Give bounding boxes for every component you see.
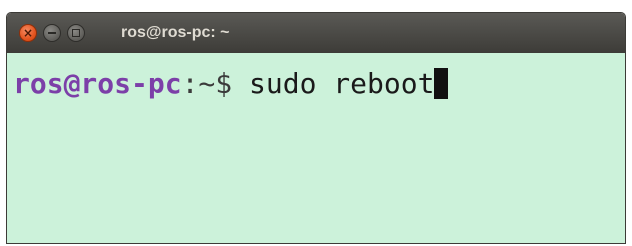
prompt-path: :~$ <box>181 67 250 100</box>
maximize-icon <box>72 29 80 37</box>
maximize-button[interactable] <box>67 24 85 42</box>
command-line: ros@ros-pc:~$ sudo reboot <box>13 67 449 101</box>
close-icon: × <box>22 26 34 40</box>
minimize-button[interactable] <box>43 24 61 42</box>
close-button[interactable]: × <box>19 24 37 42</box>
command-input[interactable]: sudo reboot <box>249 67 434 100</box>
terminal-area[interactable]: ros@ros-pc:~$ sudo reboot <box>7 53 625 243</box>
window-title: ros@ros-pc: ~ <box>121 24 230 41</box>
minimize-icon <box>48 32 56 34</box>
title-bar[interactable]: × ros@ros-pc: ~ <box>7 13 625 53</box>
text-cursor <box>434 68 449 99</box>
prompt-user-host: ros@ros-pc <box>13 67 182 100</box>
terminal-window: × ros@ros-pc: ~ ros@ros-pc:~$ sudo reboo… <box>6 12 626 244</box>
